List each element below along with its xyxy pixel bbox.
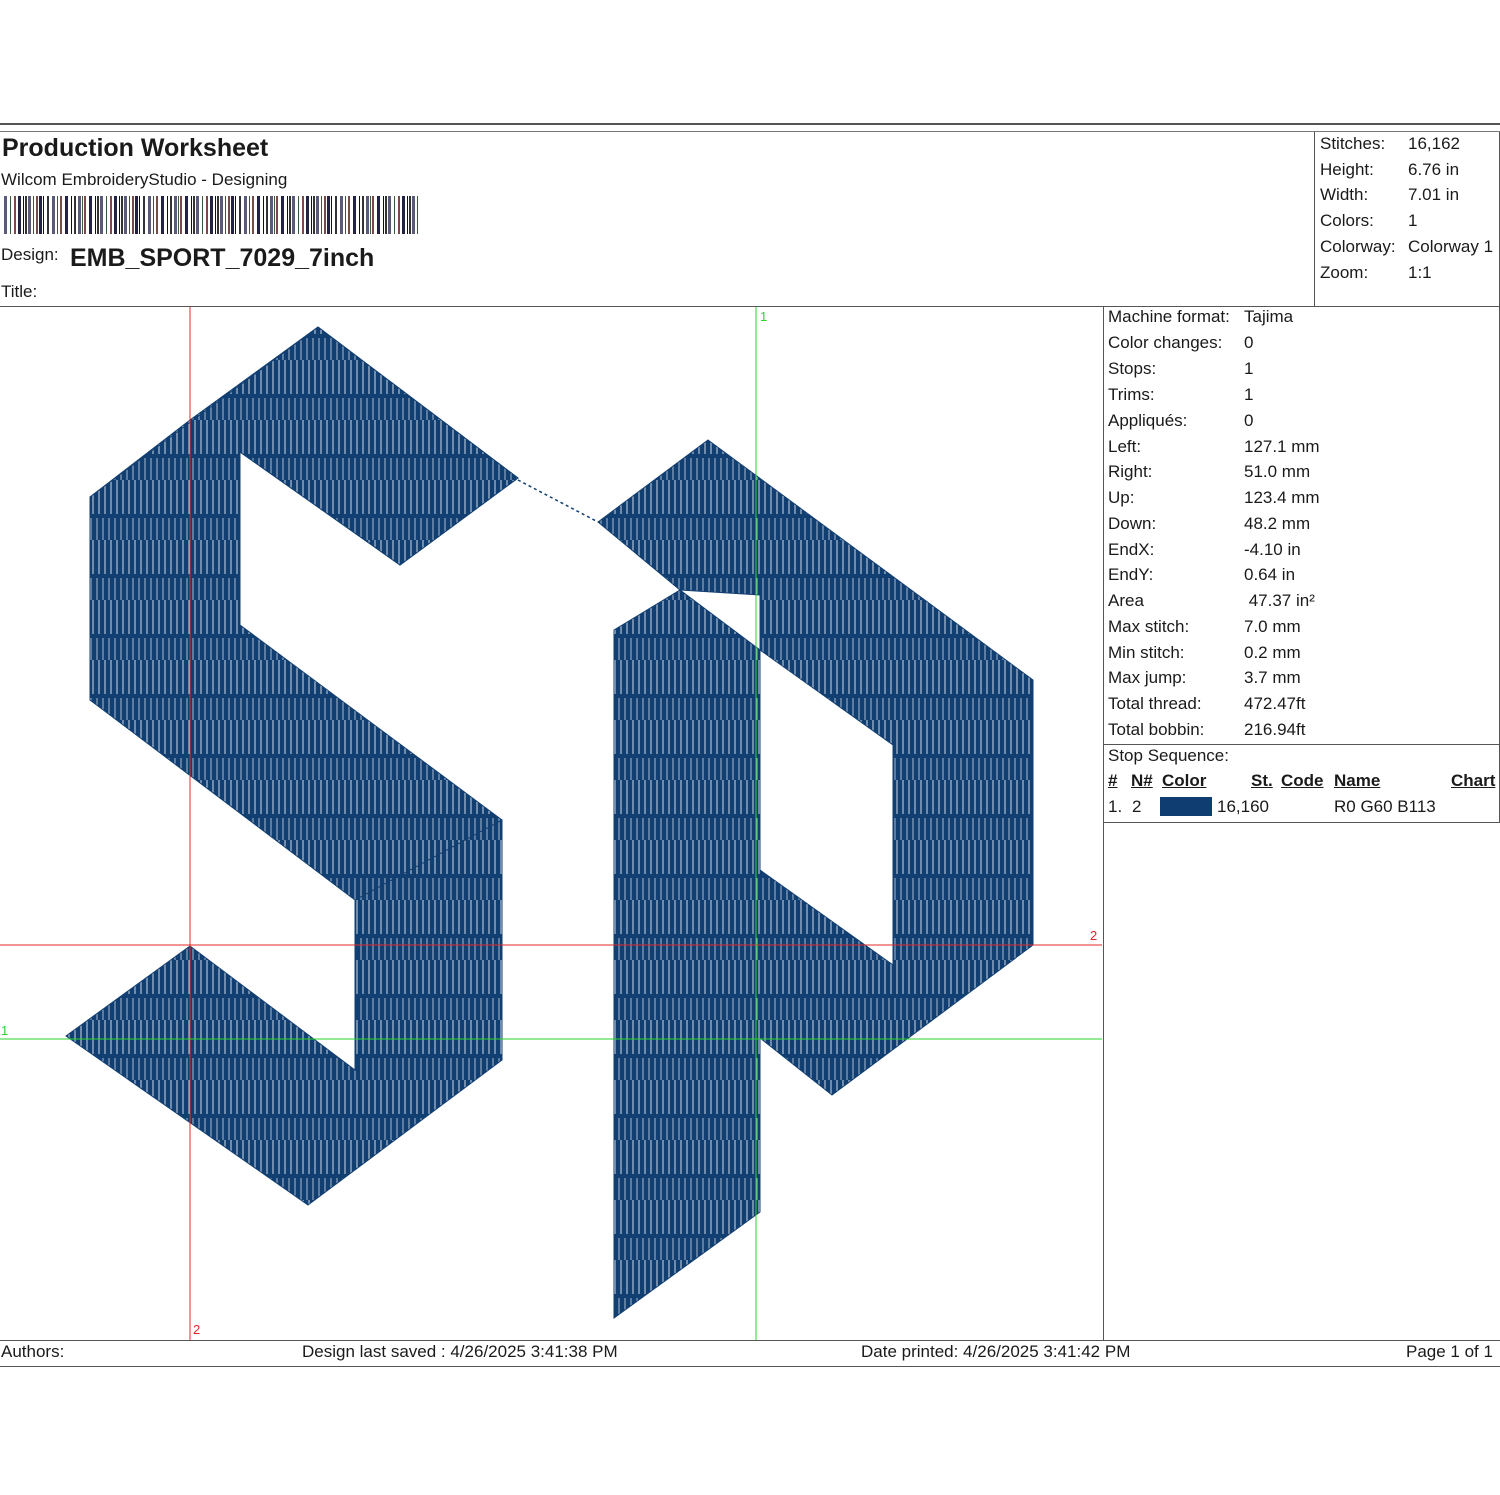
prop-left: Left: 127.1 mm	[1108, 437, 1320, 456]
design-name: EMB_SPORT_7029_7inch	[70, 244, 375, 272]
col-header-color: Color	[1162, 771, 1207, 790]
prop-machine-format: Machine format: Tajima	[1108, 307, 1294, 326]
prop-total-bobbin: Total bobbin: 216.94ft	[1108, 720, 1306, 739]
guide-label-red-horizontal: 2	[1090, 928, 1097, 943]
prop-down: Down: 48.2 mm	[1108, 514, 1311, 533]
page-subtitle: Wilcom EmbroideryStudio - Designing	[1, 170, 288, 189]
prop-max-jump: Max jump: 3.7 mm	[1108, 668, 1301, 687]
stop-sequence-divider	[1104, 744, 1500, 745]
stop-row-number: 1.	[1108, 797, 1123, 816]
footer-divider	[0, 1340, 1500, 1341]
col-header-code: Code	[1281, 771, 1324, 790]
prop-endx: EndX: -4.10 in	[1108, 540, 1301, 559]
guide-label-red-vertical: 2	[193, 1322, 200, 1337]
stop-sequence-title: Stop Sequence:	[1108, 746, 1229, 765]
prop-right: Right: 51.0 mm	[1108, 462, 1311, 481]
prop-color-changes: Color changes: 0	[1108, 333, 1254, 352]
page-title: Production Worksheet	[2, 134, 269, 162]
footer-date-printed: Date printed: 4/26/2025 3:41:42 PM	[861, 1342, 1131, 1361]
side-panel-divider	[1103, 307, 1104, 1340]
letter-s-bottom	[65, 819, 503, 1206]
summary-row-stitches: Stitches: 16,162	[1320, 134, 1460, 153]
design-canvas: 1 1 2 2	[0, 307, 1102, 1340]
stop-row-stitches: 16,160	[1217, 797, 1269, 816]
summary-row-zoom: Zoom: 1:1	[1320, 263, 1432, 282]
design-label: Design:	[1, 245, 59, 264]
prop-endy: EndY: 0.64 in	[1108, 565, 1296, 584]
col-header-needle: N#	[1131, 771, 1153, 790]
footer-last-saved: Design last saved : 4/26/2025 3:41:38 PM	[302, 1342, 618, 1361]
summary-row-colorway: Colorway: Colorway 1	[1320, 237, 1494, 256]
top-border	[0, 123, 1500, 125]
letter-p-stem	[613, 589, 761, 1319]
footer-authors: Authors:	[1, 1342, 65, 1361]
prop-area: Area 47.37 in²	[1108, 591, 1315, 610]
guide-label-green-horizontal: 1	[1, 1023, 8, 1038]
barcode-image	[4, 196, 418, 234]
prop-total-thread: Total thread: 472.47ft	[1108, 694, 1306, 713]
footer-bottom-border	[0, 1366, 1500, 1367]
stop-sequence-bottom-divider	[1104, 822, 1500, 823]
prop-up: Up: 123.4 mm	[1108, 488, 1320, 507]
col-header-chart: Chart	[1451, 771, 1496, 790]
summary-row-colors: Colors: 1	[1320, 211, 1418, 230]
stop-row-name: R0 G60 B113	[1334, 797, 1436, 816]
title-label: Title:	[1, 282, 38, 301]
stop-row-needle: 2	[1132, 797, 1142, 816]
prop-max-stitch: Max stitch: 7.0 mm	[1108, 617, 1301, 636]
prop-appliques: Appliqués: 0	[1108, 411, 1254, 430]
col-header-number: #	[1108, 771, 1118, 790]
prop-stops: Stops: 1	[1108, 359, 1254, 378]
col-header-name: Name	[1334, 771, 1381, 790]
summary-row-height: Height: 6.76 in	[1320, 160, 1460, 179]
guide-label-green-vertical: 1	[760, 309, 767, 324]
summary-panel: Stitches: 16,162 Height: 6.76 in Width: 7.0…	[1314, 132, 1500, 306]
top-border-inner	[0, 131, 1500, 132]
col-header-stitches: St.	[1251, 771, 1273, 790]
footer-page-number: Page 1 of 1	[1406, 1342, 1493, 1361]
jump-stitch	[517, 479, 599, 523]
summary-row-width: Width: 7.01 in	[1320, 185, 1460, 204]
color-swatch	[1160, 797, 1212, 816]
prop-min-stitch: Min stitch: 0.2 mm	[1108, 643, 1301, 662]
prop-trims: Trims: 1	[1108, 385, 1254, 404]
